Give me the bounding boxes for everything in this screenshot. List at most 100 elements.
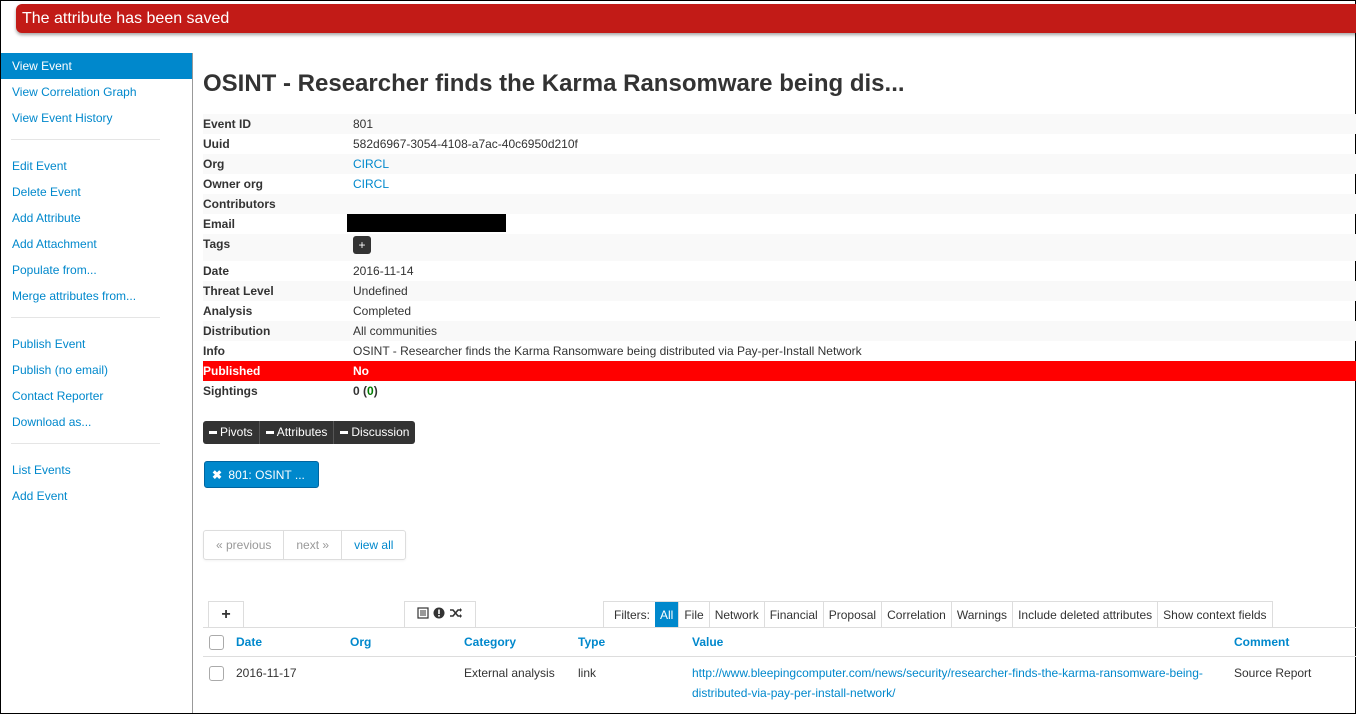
- threat-level-value: Undefined: [353, 284, 408, 298]
- sidebar-item-view-correlation-graph[interactable]: View Correlation Graph: [1, 79, 192, 105]
- filter-correlation[interactable]: Correlation: [881, 602, 951, 627]
- detail-label: Uuid: [203, 137, 230, 151]
- cell-date: 2016-11-17: [236, 666, 297, 680]
- cell-comment: Source Report: [1234, 666, 1312, 680]
- sidebar-item-publish-no-email[interactable]: Publish (no email): [1, 357, 192, 383]
- detail-row-sightings: Sightings 0 (0): [203, 381, 1356, 401]
- analysis-value: Completed: [353, 304, 412, 318]
- filters-label: Filters:: [614, 608, 650, 622]
- detail-row-date: Date 2016-11-14: [203, 261, 1356, 281]
- toggle-label: Attributes: [276, 425, 328, 439]
- sidebar-item-add-attachment[interactable]: Add Attachment: [1, 231, 192, 257]
- sidebar-divider: [11, 317, 160, 318]
- flash-message: The attribute has been saved: [16, 4, 1356, 33]
- page-title: OSINT - Researcher finds the Karma Ranso…: [203, 70, 905, 97]
- date-value: 2016-11-14: [353, 264, 414, 278]
- sidebar-item-list-events[interactable]: List Events: [1, 457, 192, 483]
- cell-category: External analysis: [464, 666, 555, 680]
- sidebar-item-publish-event[interactable]: Publish Event: [1, 331, 192, 357]
- detail-label: Event ID: [203, 117, 252, 131]
- filter-show-context[interactable]: Show context fields: [1157, 602, 1271, 627]
- attribute-actions-tab: [404, 601, 476, 627]
- owner-org-link[interactable]: CIRCL: [353, 177, 389, 191]
- detail-row-info: Info OSINT - Researcher finds the Karma …: [203, 341, 1356, 361]
- table-header: Date Org Category Type Value Comment: [203, 627, 1356, 657]
- column-header-type[interactable]: Type: [578, 635, 692, 649]
- detail-row-owner-org: Owner org CIRCL: [203, 174, 1356, 194]
- minus-icon: [265, 431, 274, 434]
- detail-label: Info: [203, 344, 225, 358]
- sightings-inner-count: 0: [367, 384, 374, 398]
- detail-row-published: Published No: [203, 361, 1356, 381]
- org-link[interactable]: CIRCL: [353, 157, 389, 171]
- detail-row-analysis: Analysis Completed: [203, 301, 1356, 321]
- pagination-next[interactable]: next »: [284, 531, 343, 559]
- select-all-checkbox[interactable]: [209, 634, 224, 650]
- column-header-value[interactable]: Value: [692, 635, 1234, 649]
- add-tag-button[interactable]: +: [353, 236, 371, 254]
- detail-row-event-id: Event ID 801: [203, 114, 1356, 134]
- toggle-attributes-button[interactable]: Attributes: [260, 421, 335, 444]
- detail-label: Threat Level: [203, 284, 274, 298]
- detail-row-email: Email: [203, 214, 1356, 234]
- detail-label: Org: [203, 157, 225, 171]
- sidebar-item-merge-attributes[interactable]: Merge attributes from...: [1, 283, 192, 309]
- uuid-value: 582d6967-3054-4108-a7ac-40c6950d210f: [353, 137, 578, 151]
- column-header-comment[interactable]: Comment: [1234, 635, 1354, 649]
- sidebar-divider: [11, 443, 160, 444]
- redacted-email: [347, 214, 506, 232]
- sidebar-item-delete-event[interactable]: Delete Event: [1, 179, 192, 205]
- sidebar-item-edit-event[interactable]: Edit Event: [1, 153, 192, 179]
- sidebar-item-populate-from[interactable]: Populate from...: [1, 257, 192, 283]
- detail-label: Tags: [203, 237, 231, 251]
- sidebar-item-add-event[interactable]: Add Event: [1, 483, 192, 509]
- published-value: No: [353, 364, 369, 378]
- sidebar-item-view-event-history[interactable]: View Event History: [1, 105, 192, 131]
- column-header-category[interactable]: Category: [464, 635, 578, 649]
- filter-all[interactable]: All: [655, 602, 679, 627]
- cell-value-link[interactable]: http://www.bleepingcomputer.com/news/sec…: [692, 663, 1234, 713]
- sidebar-item-contact-reporter[interactable]: Contact Reporter: [1, 383, 192, 409]
- filter-file[interactable]: File: [678, 602, 708, 627]
- sidebar-item-download-as[interactable]: Download as...: [1, 409, 192, 435]
- shuffle-icon[interactable]: [449, 607, 463, 622]
- filter-warnings[interactable]: Warnings: [950, 602, 1012, 627]
- pagination-previous[interactable]: « previous: [204, 531, 285, 559]
- detail-row-distribution: Distribution All communities: [203, 321, 1356, 341]
- toggle-label: Pivots: [220, 425, 253, 439]
- toggle-discussion-button[interactable]: Discussion: [334, 421, 415, 444]
- column-header-date[interactable]: Date: [236, 635, 350, 649]
- column-header-org[interactable]: Org: [350, 635, 464, 649]
- distribution-value: All communities: [353, 324, 438, 338]
- pivot-node[interactable]: ✖ 801: OSINT ...: [204, 461, 319, 488]
- filter-proposal[interactable]: Proposal: [822, 602, 881, 627]
- sidebar: View Event View Correlation Graph View E…: [1, 53, 193, 713]
- filter-include-deleted[interactable]: Include deleted attributes: [1012, 602, 1157, 627]
- table-row: 2016-11-17 External analysis link http:/…: [203, 657, 1356, 713]
- detail-row-uuid: Uuid 582d6967-3054-4108-a7ac-40c6950d210…: [203, 134, 1356, 154]
- row-checkbox[interactable]: [209, 666, 224, 682]
- list-icon[interactable]: [417, 607, 429, 622]
- sidebar-item-view-event[interactable]: View Event: [1, 53, 192, 79]
- filter-network[interactable]: Network: [708, 602, 764, 627]
- sightings-count: 0: [353, 384, 360, 398]
- close-icon[interactable]: ✖: [212, 468, 222, 482]
- info-value: OSINT - Researcher finds the Karma Ranso…: [353, 344, 862, 358]
- detail-label: Distribution: [203, 324, 271, 338]
- detail-row-contributors: Contributors: [203, 194, 1356, 214]
- add-attribute-tab[interactable]: +: [208, 601, 244, 627]
- warning-icon[interactable]: [433, 607, 445, 622]
- toggle-label: Discussion: [351, 425, 410, 439]
- sidebar-item-add-attribute[interactable]: Add Attribute: [1, 205, 192, 231]
- filter-financial[interactable]: Financial: [763, 602, 823, 627]
- detail-label: Owner org: [203, 177, 264, 191]
- pagination-view-all[interactable]: view all: [342, 531, 405, 559]
- cell-type: link: [578, 666, 597, 680]
- toggle-pivots-button[interactable]: Pivots: [203, 421, 260, 444]
- filter-bar: Filters: All File Network Financial Prop…: [603, 601, 1273, 627]
- detail-label: Published: [203, 364, 261, 378]
- attribute-tabs: + Filters: All File Network Financial Pr…: [203, 601, 1356, 627]
- pagination: « previous next » view all: [203, 530, 407, 560]
- detail-label: Email: [203, 217, 236, 231]
- detail-row-tags: Tags +: [203, 234, 1356, 261]
